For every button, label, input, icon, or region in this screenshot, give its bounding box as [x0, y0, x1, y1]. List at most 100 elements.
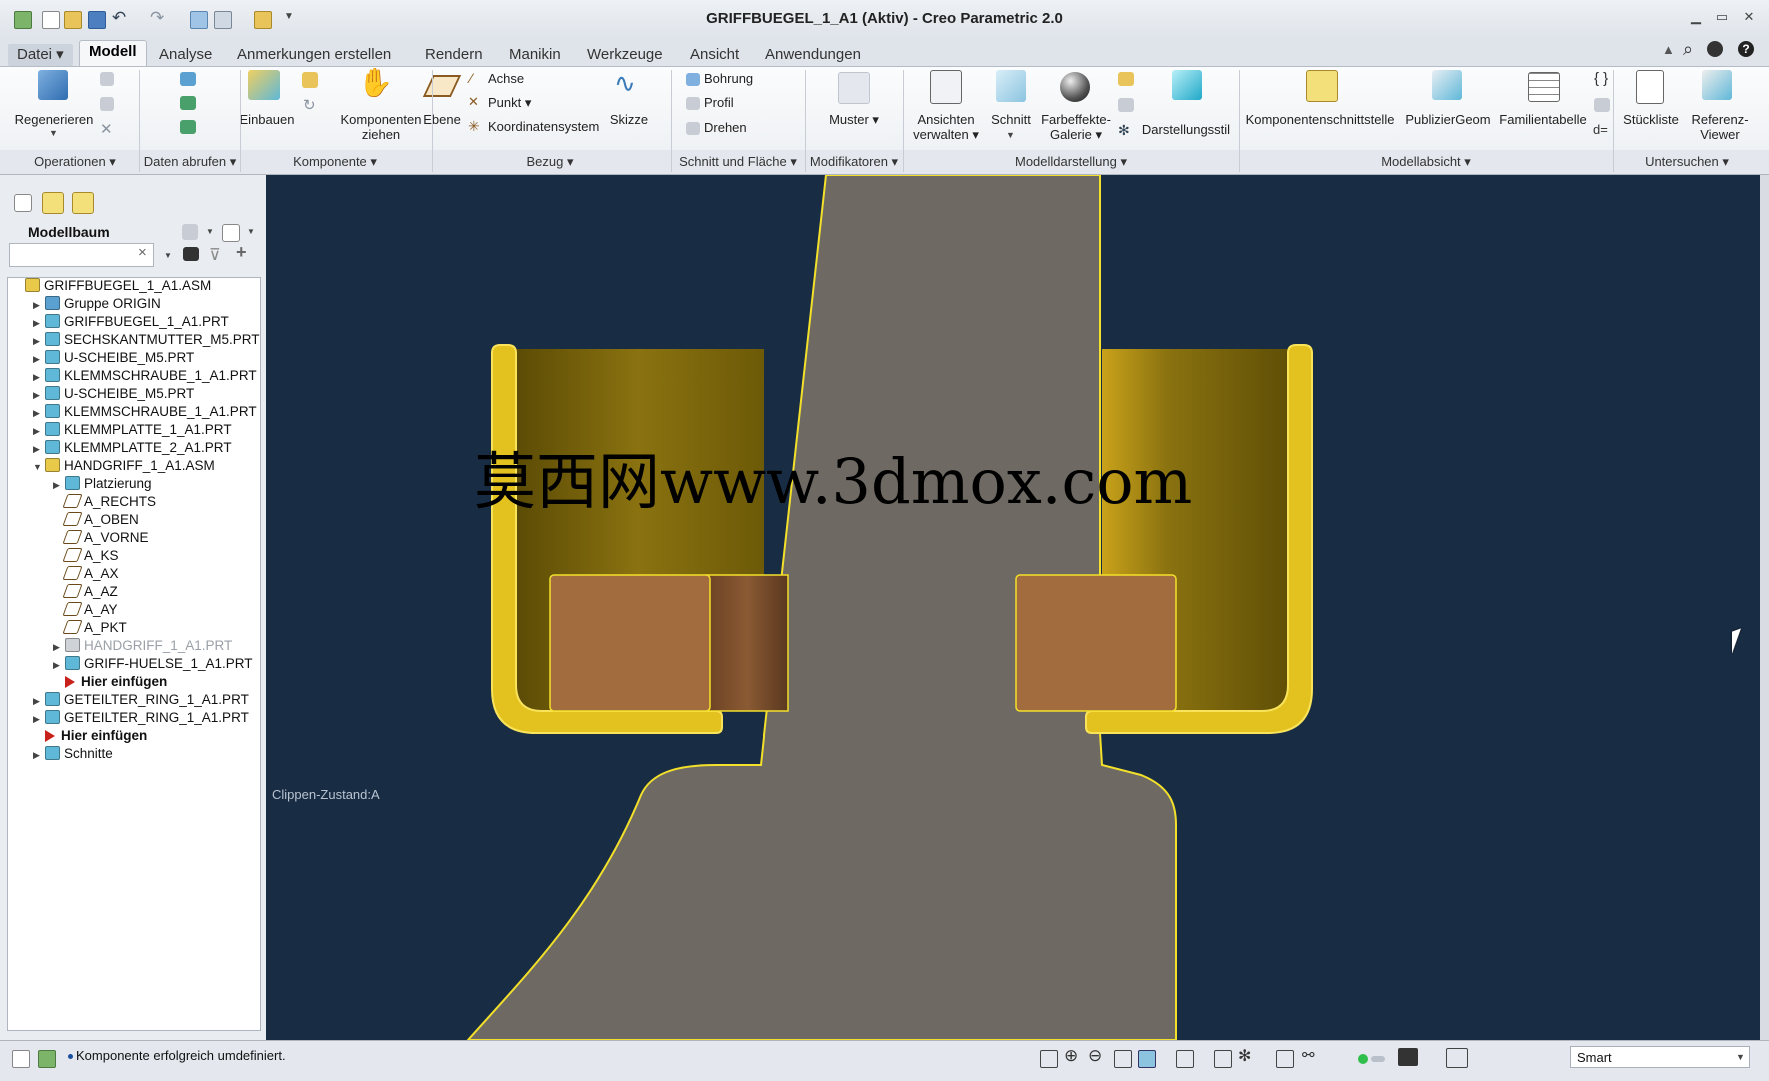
collapse-ribbon-icon[interactable]: ▲ — [1662, 42, 1675, 57]
regenerate-button[interactable]: Regenerieren — [12, 112, 96, 127]
tree-item[interactable]: A_AZ — [13, 583, 259, 601]
tab-ansicht[interactable]: Ansicht — [681, 44, 748, 66]
expand-icon[interactable]: ▶ — [33, 692, 45, 710]
section-icon[interactable] — [996, 70, 1026, 102]
group-schnitt-flaeche[interactable]: Schnitt und Fläche ▾ — [672, 153, 804, 171]
datum-plane-button[interactable]: Ebene — [418, 112, 466, 127]
filter-icon[interactable]: ⊽ — [209, 245, 221, 265]
display-style-menu-icon[interactable] — [1138, 1050, 1156, 1068]
regenerate-dropdown-icon[interactable]: ▼ — [49, 128, 58, 138]
saved-orientations-icon[interactable] — [1176, 1050, 1194, 1068]
group-untersuchen[interactable]: Untersuchen ▾ — [1614, 153, 1760, 171]
tree-item[interactable]: ▶ GRIFFBUEGEL_1_A1.PRT — [13, 313, 259, 331]
tree-item[interactable]: ▶ U-SCHEIBE_M5.PRT — [13, 385, 259, 403]
expand-icon[interactable]: ▶ — [53, 476, 65, 494]
regenerate-icon[interactable] — [38, 70, 68, 100]
sketch-button[interactable]: Skizze — [604, 112, 654, 127]
tab-werkzeuge[interactable]: Werkzeuge — [578, 44, 672, 66]
expand-icon[interactable]: ▶ — [33, 710, 45, 728]
tree-item[interactable]: GRIFFBUEGEL_1_A1.ASM — [13, 277, 259, 295]
group-modelldarstellung[interactable]: Modelldarstellung ▾ — [904, 153, 1238, 171]
tree-item[interactable]: ▶ Gruppe ORIGIN — [13, 295, 259, 313]
view-manager-icon[interactable] — [1214, 1050, 1232, 1068]
tree-item[interactable]: ▶ Platzierung — [13, 475, 259, 493]
tree-item[interactable]: Hier einfügen — [13, 727, 259, 745]
tree-item[interactable]: ▶ KLEMMPLATTE_1_A1.PRT — [13, 421, 259, 439]
tree-item[interactable]: A_PKT — [13, 619, 259, 637]
tree-item[interactable]: A_AX — [13, 565, 259, 583]
folder-browser-tab-icon[interactable] — [42, 192, 64, 214]
geometry-selection-icon[interactable] — [1446, 1048, 1468, 1068]
manage-views-icon[interactable] — [930, 70, 962, 104]
group-daten-abrufen[interactable]: Daten abrufen ▾ — [140, 153, 240, 171]
expand-icon[interactable]: ▶ — [53, 656, 65, 674]
tree-item[interactable]: Hier einfügen — [13, 673, 259, 691]
revolve-button[interactable]: Drehen — [704, 120, 747, 136]
show-menu-dropdown-icon[interactable]: ▼ — [247, 227, 255, 236]
tab-anwendungen[interactable]: Anwendungen — [756, 44, 870, 66]
publish-geom-button[interactable]: PublizierGeom — [1402, 112, 1494, 127]
expand-icon[interactable]: ▶ — [33, 332, 45, 350]
refit-icon[interactable] — [1040, 1050, 1058, 1068]
selection-filter-select[interactable]: Smart — [1570, 1046, 1750, 1068]
csys-button[interactable]: Koordinatensystem — [488, 119, 599, 135]
relations-icon[interactable]: { } — [1594, 70, 1608, 87]
community-icon[interactable] — [1707, 41, 1723, 57]
tree-item[interactable]: ▶ KLEMMPLATTE_2_A1.PRT — [13, 439, 259, 457]
csys-icon[interactable]: ✳ — [468, 118, 480, 135]
clear-search-icon[interactable]: × — [138, 244, 147, 261]
section-dropdown-icon[interactable]: ▼ — [1006, 130, 1015, 140]
expand-icon[interactable]: ▶ — [33, 746, 45, 764]
appearance-gallery-icon[interactable] — [1060, 72, 1090, 102]
tree-settings-dropdown-icon[interactable]: ▼ — [206, 227, 214, 236]
find-tool-icon[interactable] — [1398, 1048, 1418, 1066]
profile-icon[interactable] — [686, 97, 700, 110]
hole-button[interactable]: Bohrung — [704, 71, 753, 87]
tree-item[interactable]: ▶ KLEMMSCHRAUBE_1_A1.PRT — [13, 367, 259, 385]
tree-item[interactable]: A_AY — [13, 601, 259, 619]
close-button[interactable]: ✕ — [1740, 8, 1758, 26]
point-button[interactable]: Punkt ▾ — [488, 95, 531, 111]
tree-item[interactable]: A_OBEN — [13, 511, 259, 529]
expand-icon[interactable]: ▶ — [33, 296, 45, 314]
component-interface-icon[interactable] — [1306, 70, 1338, 102]
revolve-icon[interactable] — [686, 122, 700, 135]
graphics-viewport[interactable]: 莫西网www.3dmox.com Clippen-Zustand:A — [266, 175, 1760, 1040]
show-menu-icon[interactable] — [222, 224, 240, 242]
add-icon[interactable]: + — [236, 242, 247, 263]
drag-components-button[interactable]: Komponenten ziehen — [336, 112, 426, 142]
display-style-button[interactable]: Darstellungsstil — [1138, 122, 1234, 137]
point-icon[interactable]: ✕ — [468, 94, 479, 110]
find-icon[interactable] — [183, 247, 199, 261]
datum-display-icon[interactable]: ✻ — [1238, 1046, 1251, 1066]
tree-item[interactable]: ▶ KLEMMSCHRAUBE_1_A1.PRT — [13, 403, 259, 421]
pattern-icon[interactable] — [838, 72, 870, 104]
drag-components-icon[interactable]: ✋ — [358, 66, 393, 99]
help-icon[interactable]: ? — [1738, 41, 1754, 57]
zoom-in-icon[interactable]: ⊕ — [1064, 1046, 1078, 1066]
model-tree-tab-icon[interactable] — [14, 194, 32, 212]
display-tool-icon-2[interactable] — [1118, 98, 1134, 112]
tree-item[interactable]: ▶ GETEILTER_RING_1_A1.PRT — [13, 691, 259, 709]
collapse-icon[interactable]: ▼ — [33, 458, 45, 476]
sketch-icon[interactable]: ∿ — [614, 68, 636, 99]
tree-item[interactable]: ▶ U-SCHEIBE_M5.PRT — [13, 349, 259, 367]
show-browser-icon[interactable] — [38, 1050, 56, 1068]
axis-button[interactable]: Achse — [488, 71, 524, 87]
tab-manikin[interactable]: Manikin — [500, 44, 570, 66]
repaint-icon[interactable] — [1114, 1050, 1132, 1068]
section-button[interactable]: Schnitt — [985, 112, 1037, 127]
parameters-icon[interactable] — [1594, 98, 1610, 112]
bom-icon[interactable] — [1636, 70, 1664, 104]
tree-item[interactable]: ▶ GETEILTER_RING_1_A1.PRT — [13, 709, 259, 727]
display-tool-icon-1[interactable] — [1118, 72, 1134, 86]
copy-icon[interactable] — [100, 72, 114, 86]
annotation-display-icon[interactable]: ⚯ — [1302, 1046, 1315, 1064]
expand-icon[interactable]: ▶ — [33, 422, 45, 440]
group-komponente[interactable]: Komponente ▾ — [240, 153, 430, 171]
favorites-tab-icon[interactable] — [72, 192, 94, 214]
tree-item[interactable]: ▶ GRIFF-HUELSE_1_A1.PRT — [13, 655, 259, 673]
hole-icon[interactable] — [686, 73, 700, 86]
tree-search-input[interactable] — [9, 243, 154, 267]
axis-icon[interactable]: ⁄ — [470, 70, 472, 86]
